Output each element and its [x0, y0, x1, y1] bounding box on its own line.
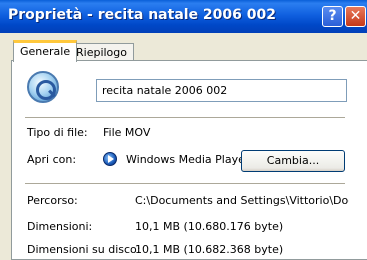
path-label: Percorso: — [27, 194, 78, 207]
open-with-label: Apri con: — [27, 153, 77, 166]
windows-media-player-icon — [103, 152, 117, 166]
tab-riepilogo[interactable]: Riepilogo — [69, 43, 135, 61]
size-on-disk-label: Dimensioni su disco: — [27, 243, 141, 256]
open-with-value: Windows Media Player — [126, 153, 250, 166]
path-value: C:\Documents and Settings\Vittorio\Docum… — [135, 194, 349, 207]
size-label: Dimensioni: — [27, 220, 93, 233]
close-button[interactable]: ✕ — [345, 6, 366, 27]
divider — [25, 117, 345, 118]
help-button[interactable]: ? — [322, 6, 343, 27]
tab-generale[interactable]: Generale — [13, 40, 78, 62]
title-bar[interactable]: Proprietà - recita natale 2006 002 ? ✕ — [0, 0, 367, 33]
window-title: Proprietà - recita natale 2006 002 — [8, 7, 276, 23]
divider — [25, 183, 345, 184]
size-value: 10,1 MB (10.680.176 byte) — [135, 220, 284, 233]
file-type-label: Tipo di file: — [27, 126, 88, 139]
file-type-value: File MOV — [103, 126, 151, 139]
file-name-input[interactable] — [96, 79, 347, 102]
change-program-button[interactable]: Cambia... — [241, 150, 345, 172]
quicktime-icon — [27, 71, 59, 103]
size-on-disk-value: 10,1 MB (10.682.368 byte) — [135, 243, 284, 256]
